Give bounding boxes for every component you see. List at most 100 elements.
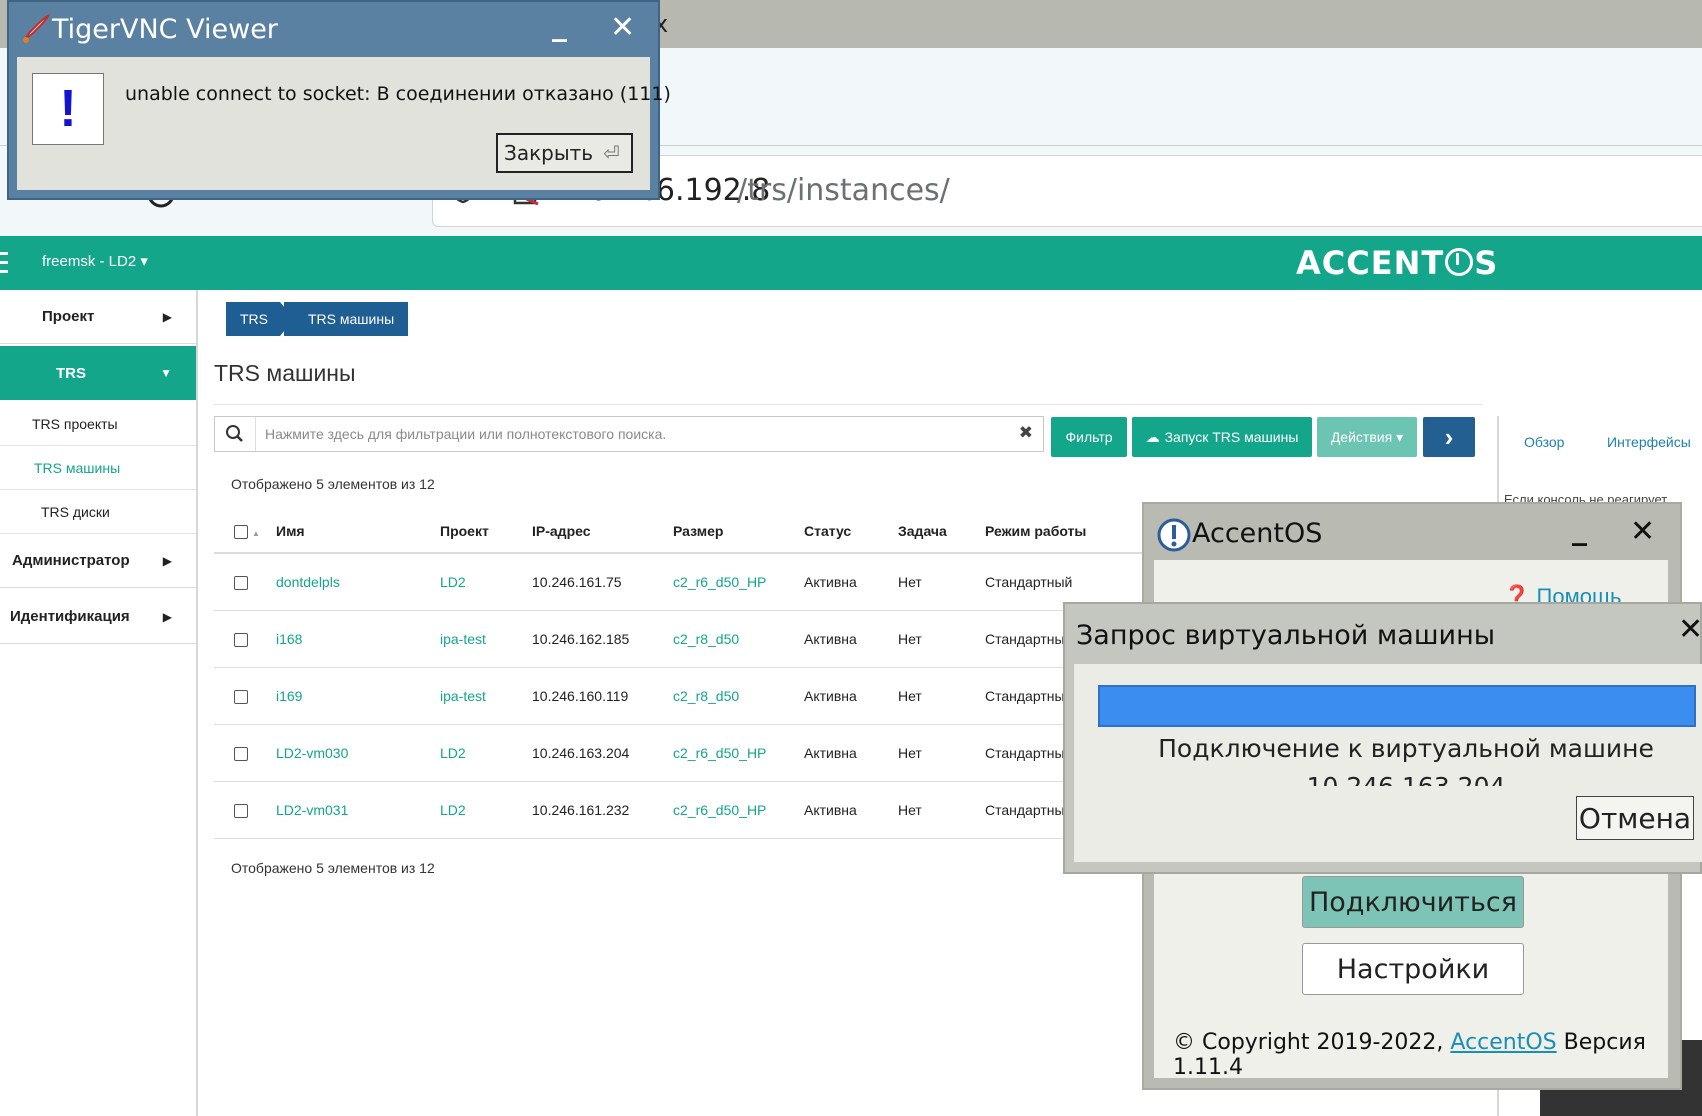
select-all-checkbox[interactable] (234, 525, 248, 540)
vm-connecting-message: Подключение к виртуальной машине 10.246.… (1158, 734, 1654, 786)
vm-dialog-title: Запрос виртуальной машины (1076, 620, 1496, 651)
instance-name-link[interactable]: i168 (276, 610, 440, 668)
ip-cell: 10.246.163.204 (532, 724, 673, 782)
actions-button[interactable]: Действия ▾ (1317, 417, 1417, 457)
instances-table: ▲ Имя Проект IP-адрес Размер Статус Зада… (214, 510, 1145, 839)
column-header-name[interactable]: Имя (276, 510, 440, 554)
tigervnc-title: TigerVNC Viewer (52, 14, 278, 45)
rocket-icon (18, 13, 51, 51)
project-link[interactable]: LD2 (440, 553, 532, 611)
progress-bar (1098, 685, 1696, 727)
row-checkbox[interactable] (234, 576, 248, 591)
instance-name-link[interactable]: dontdelpls (276, 553, 440, 611)
column-header-ip[interactable]: IP-адрес (532, 510, 673, 554)
table-row[interactable]: LD2-vm031 LD2 10.246.161.232 c2_r6_d50_H… (214, 781, 1145, 839)
accentos-link[interactable]: AccentOS (1450, 1030, 1556, 1055)
project-link[interactable]: LD2 (440, 781, 532, 839)
chevron-down-icon: ▾ (140, 253, 148, 270)
status-cell: Активна (804, 667, 898, 725)
sidebar-item-label: Проект (42, 308, 95, 325)
sidebar-item-admin[interactable]: Администратор ▶ (0, 534, 196, 588)
close-icon[interactable]: ✕ (610, 10, 635, 45)
menu-icon[interactable] (0, 250, 8, 276)
sidebar-item-project[interactable]: Проект ▶ (0, 290, 196, 344)
project-selector-label: freemsk - LD2 (42, 253, 137, 270)
column-header-status[interactable]: Статус (804, 510, 898, 554)
search-input[interactable]: Нажмите здесь для фильтрации или полноте… (214, 416, 1044, 452)
size-link[interactable]: c2_r6_d50_HP (673, 781, 804, 839)
instance-name-link[interactable]: LD2-vm031 (276, 781, 440, 839)
caret-right-icon: ▶ (162, 609, 172, 624)
row-checkbox[interactable] (234, 804, 248, 819)
table-row[interactable]: LD2-vm030 LD2 10.246.163.204 c2_r6_d50_H… (214, 724, 1145, 782)
sidebar-subitem-trs-projects[interactable]: TRS проекты (0, 402, 196, 446)
launch-trs-label: Запуск TRS машины (1164, 429, 1299, 445)
launch-trs-button[interactable]: ☁ Запуск TRS машины (1132, 417, 1312, 457)
column-header-task[interactable]: Задача (898, 510, 985, 554)
column-header-size[interactable]: Размер (673, 510, 804, 554)
project-link[interactable]: ipa-test (440, 667, 532, 725)
items-count-top: Отображено 5 элементов из 12 (231, 476, 435, 492)
status-cell: Активна (804, 553, 898, 611)
size-link[interactable]: c2_r8_d50 (673, 667, 804, 725)
filter-button[interactable]: Фильтр (1051, 417, 1127, 457)
return-key-icon: ⏎ (603, 141, 620, 165)
accentos-dialog-title: AccentOS (1192, 518, 1323, 549)
status-cell: Активна (804, 724, 898, 782)
caret-down-icon: ▼ (160, 366, 172, 380)
settings-button[interactable]: Настройки (1302, 943, 1524, 995)
table-row[interactable]: dontdelpls LD2 10.246.161.75 c2_r6_d50_H… (214, 553, 1145, 611)
breadcrumb: TRS TRS машины (226, 302, 409, 336)
table-header-row: ▲ Имя Проект IP-адрес Размер Статус Зада… (214, 510, 1145, 554)
divider (214, 404, 1482, 405)
connect-button[interactable]: Подключиться (1302, 876, 1524, 928)
error-message: unable connect to socket: В соединении о… (125, 83, 671, 105)
column-header-project[interactable]: Проект (440, 510, 532, 554)
project-selector[interactable]: freemsk - LD2 ▾ (42, 252, 148, 270)
sidebar-item-identity[interactable]: Идентификация ▶ (0, 590, 196, 644)
column-header-mode[interactable]: Режим работы (985, 510, 1145, 554)
row-select-cell (214, 667, 276, 725)
clear-icon[interactable]: ✖ (1019, 423, 1033, 443)
ip-cell: 10.246.160.119 (532, 667, 673, 725)
url-path[interactable]: /trs/instances/ (737, 173, 950, 208)
size-link[interactable]: c2_r6_d50_HP (673, 724, 804, 782)
sidebar-item-trs[interactable]: TRS ▼ (0, 346, 196, 400)
close-icon[interactable]: ✕ (1678, 612, 1702, 647)
minimize-icon[interactable]: _ (552, 8, 567, 43)
search-icon[interactable] (215, 417, 256, 451)
project-link[interactable]: LD2 (440, 724, 532, 782)
breadcrumb-item[interactable]: TRS (226, 302, 294, 336)
row-select-cell (214, 724, 276, 782)
tab-interfaces[interactable]: Интерфейсы (1607, 434, 1691, 450)
actions-label: Действия (1330, 429, 1393, 445)
instance-name-link[interactable]: i169 (276, 667, 440, 725)
chevron-right-icon[interactable]: › (1423, 417, 1475, 457)
table-row[interactable]: i168 ipa-test 10.246.162.185 c2_r8_d50 А… (214, 610, 1145, 668)
task-cell: Нет (898, 724, 985, 782)
instance-name-link[interactable]: LD2-vm030 (276, 724, 440, 782)
minimize-icon[interactable]: _ (1572, 512, 1587, 547)
row-checkbox[interactable] (234, 747, 248, 762)
project-link[interactable]: ipa-test (440, 610, 532, 668)
accentos-logo: ACCENT S (1296, 244, 1499, 282)
close-button[interactable]: Закрыть ⏎ (496, 133, 633, 173)
cloud-upload-icon: ☁ (1145, 428, 1160, 445)
row-checkbox[interactable] (234, 633, 248, 648)
copyright-text: © Copyright 2019-2022, AccentOS Версия 1… (1173, 1030, 1702, 1080)
ip-cell: 10.246.161.232 (532, 781, 673, 839)
sidebar-subitem-trs-machines[interactable]: TRS машины (0, 446, 196, 490)
ip-cell: 10.246.161.75 (532, 553, 673, 611)
row-checkbox[interactable] (234, 690, 248, 705)
warning-icon: ! (32, 73, 104, 145)
size-link[interactable]: c2_r8_d50 (673, 610, 804, 668)
sidebar-subitem-label: TRS проекты (32, 415, 118, 432)
tab-overview[interactable]: Обзор (1524, 434, 1564, 450)
table-row[interactable]: i169 ipa-test 10.246.160.119 c2_r8_d50 А… (214, 667, 1145, 725)
cancel-button[interactable]: Отмена (1576, 796, 1694, 840)
sidebar-subitem-trs-disks[interactable]: TRS диски (0, 490, 196, 534)
size-link[interactable]: c2_r6_d50_HP (673, 553, 804, 611)
sort-icon: ▲ (252, 528, 260, 538)
select-all-cell: ▲ (214, 510, 276, 554)
close-icon[interactable]: ✕ (1630, 514, 1655, 549)
